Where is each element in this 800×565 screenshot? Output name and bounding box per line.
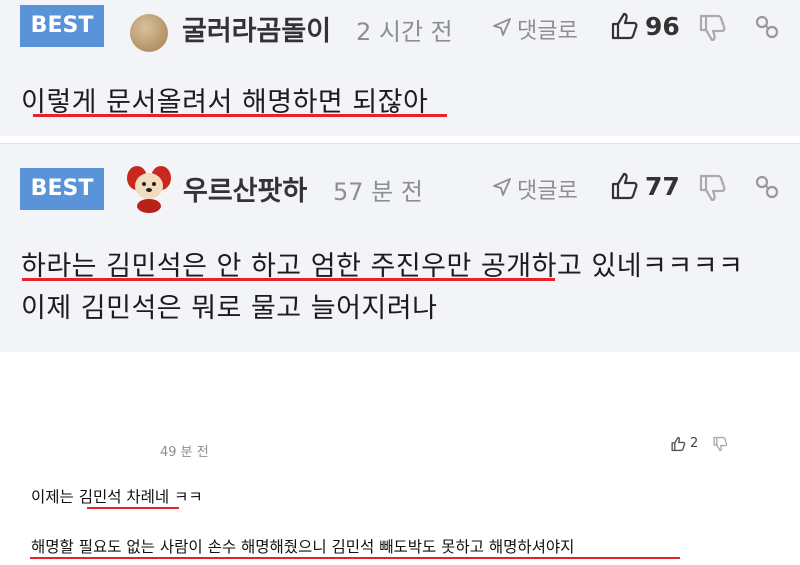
- comment-text-line-2: 이제 김민석은 뭐로 물고 늘어지려나: [21, 293, 438, 324]
- nickname[interactable]: 굴러라곰돌이: [182, 9, 331, 48]
- timestamp: 49 분 전: [160, 445, 209, 460]
- comment-header: BEST 굴러라곰돌이 2 시간 전 댓글로 96: [0, 4, 800, 54]
- highlight-underline: [87, 507, 179, 509]
- comment-text-line-1: 이제는 김민석 차례네 ㅋㅋ: [31, 488, 203, 506]
- puppy-avatar[interactable]: [121, 160, 177, 216]
- nickname[interactable]: 우르산팟하: [183, 169, 307, 208]
- thumbs-down-icon[interactable]: [697, 13, 727, 43]
- thumbs-down-icon[interactable]: [697, 173, 727, 203]
- like-count: 2: [690, 436, 699, 451]
- highlight-underline: [33, 114, 447, 117]
- reply-button[interactable]: 댓글로: [517, 173, 578, 205]
- thumbs-up-icon[interactable]: [609, 171, 639, 201]
- best-badge: BEST: [20, 168, 104, 210]
- highlight-underline: [22, 278, 555, 281]
- link-icon[interactable]: [754, 14, 780, 40]
- best-comment-1: BEST 굴러라곰돌이 2 시간 전 댓글로 96 이렇게 문서올려서 해명하면…: [0, 0, 800, 136]
- timestamp: 2 시간 전: [356, 18, 453, 46]
- link-icon[interactable]: [754, 174, 780, 200]
- thumbs-down-icon[interactable]: [712, 436, 728, 452]
- thumbs-up-icon[interactable]: [670, 436, 686, 452]
- divider: [0, 136, 800, 143]
- comment-text-line-2: 해명할 필요도 없는 사람이 손수 해명해줬으니 김민석 빼도박도 못하고 해명…: [31, 538, 575, 556]
- best-badge: BEST: [20, 5, 104, 47]
- like-count: 96: [645, 12, 680, 41]
- best-comment-2: BEST 우르산팟하 57 분 전 댓글로 77 하라는 김민석은 안 하고 엄…: [0, 143, 800, 352]
- reply-arrow-icon[interactable]: [492, 17, 512, 37]
- reply-arrow-icon[interactable]: [492, 177, 512, 197]
- comment-header: BEST 우르산팟하 57 분 전 댓글로 77: [0, 164, 800, 214]
- like-count: 77: [645, 172, 680, 201]
- reply-button[interactable]: 댓글로: [517, 13, 578, 45]
- timestamp: 57 분 전: [333, 178, 423, 206]
- thumbs-up-icon[interactable]: [609, 11, 639, 41]
- avatar[interactable]: [130, 14, 168, 52]
- highlight-underline: [30, 557, 680, 559]
